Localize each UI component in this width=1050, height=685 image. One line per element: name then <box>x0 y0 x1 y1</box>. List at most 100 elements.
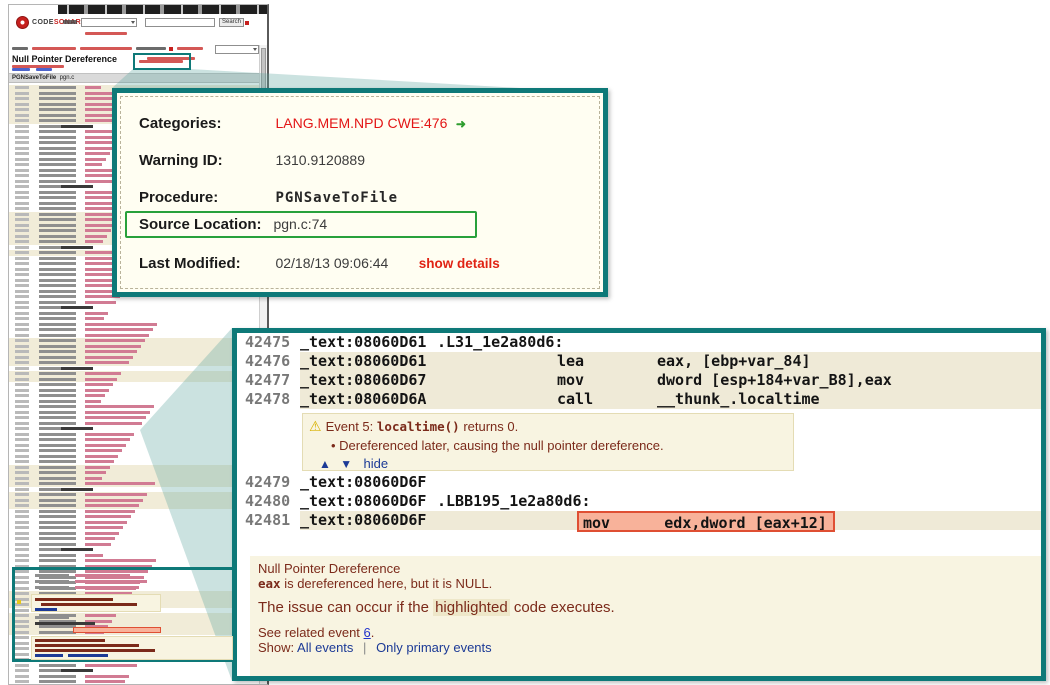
only-primary-events-link[interactable]: Only primary events <box>376 640 492 655</box>
mini-code-bar <box>75 586 139 589</box>
link-placeholder[interactable] <box>177 47 203 50</box>
message-register: eax <box>258 576 281 591</box>
listing-row <box>9 679 259 684</box>
asm-address: _text:08060D61 <box>300 333 426 352</box>
view-link-placeholder[interactable] <box>12 68 30 71</box>
zoom-beam-top <box>110 68 522 89</box>
warning-state-select[interactable] <box>215 45 259 54</box>
prev-event-icon[interactable]: ▲ <box>319 457 331 471</box>
related-event-period: . <box>371 625 375 640</box>
asm-line-number: 42481 <box>245 511 290 530</box>
event-title-code: localtime() <box>377 419 460 434</box>
mini-addr-bar <box>35 574 69 577</box>
hide-event-link[interactable]: hide <box>363 456 388 471</box>
asm-address: _text:08060D61 <box>300 352 426 371</box>
advanced-search-link-placeholder[interactable] <box>85 32 127 35</box>
warning-title: Null Pointer Dereference <box>12 54 117 64</box>
asm-address: _text:08060D67 <box>300 371 426 390</box>
asm-line-number: 42479 <box>245 473 290 492</box>
asm-label: .L31_1e2a80d6: <box>437 333 563 352</box>
view-link-placeholder[interactable] <box>36 68 52 71</box>
message-line3-post: code executes. <box>510 599 615 616</box>
search-scope-select[interactable] <box>81 18 137 27</box>
source-location-value: pgn.c:74 <box>273 216 327 232</box>
asm-address: _text:08060D6F <box>300 511 426 530</box>
breadcrumb-link-placeholder[interactable] <box>80 47 132 50</box>
source-location-highlight-box: Source Location: pgn.c:74 <box>125 211 477 238</box>
message-line2-text: is dereferenced here, but it is NULL. <box>281 576 493 591</box>
breadcrumb-link-placeholder[interactable] <box>32 47 76 50</box>
source-location-label: Source Location: <box>139 216 269 233</box>
mini-message-box <box>31 636 233 660</box>
asm-mnemonic: lea <box>557 352 584 371</box>
asm-operands: dword [esp+184+var_B8],eax <box>657 371 892 390</box>
asm-line: 42475 _text:08060D61 .L31_1e2a80d6: <box>237 333 1041 352</box>
related-event-text: See related event <box>258 625 364 640</box>
asm-operands: __thunk_.localtime <box>657 390 820 409</box>
source-link-placeholder[interactable] <box>139 60 183 63</box>
message-title: Null Pointer Dereference <box>258 561 1033 576</box>
asm-line: 42476 _text:08060D61 lea eax, [ebp+var_84] <box>237 352 1041 371</box>
asm-operands: eax, [ebp+var_84] <box>657 352 811 371</box>
warning-id-value: 1310.9120889 <box>275 152 365 168</box>
asm-line: 42480_text:08060D6F.LBB195_1e2a80d6: <box>237 492 1041 511</box>
asm-highlighted-instruction: mov edx,dword [eax+12] <box>577 511 835 532</box>
procedure-label: Procedure: <box>139 189 271 206</box>
search-input[interactable] <box>145 18 215 27</box>
asm-label: .LBB195_1e2a80d6: <box>437 492 591 511</box>
search-button[interactable]: Search <box>219 18 244 27</box>
external-link-icon[interactable]: ➜ <box>456 117 466 131</box>
asm-line: 42479 _text:08060D6F <box>237 473 1041 492</box>
mini-warning-icon <box>17 600 21 604</box>
warning-triangle-icon: ⚠ <box>309 418 322 434</box>
asm-line: 42477 _text:08060D67 mov dword [esp+184+var… <box>237 371 1041 390</box>
event-bullet: • Dereferenced later, causing the null p… <box>331 438 787 453</box>
asm-line-number: 42477 <box>245 371 290 390</box>
asm-line: 42478_text:08060D6Acall__thunk_.localtim… <box>237 390 1041 409</box>
warning-id-label: Warning ID: <box>139 152 271 169</box>
event-title-prefix: Event 5: <box>326 419 374 434</box>
categories-value[interactable]: LANG.MEM.NPD CWE:476 <box>275 115 447 131</box>
warning-message-box: Null Pointer Dereference eax is derefere… <box>250 556 1041 676</box>
warning-count-placeholder <box>136 47 166 50</box>
window-menu-bar[interactable] <box>58 5 267 14</box>
mini-addr-bar <box>35 616 69 619</box>
mini-code-bar <box>75 574 130 577</box>
codesonar-logo-icon <box>16 16 29 29</box>
message-highlighted-word: highlighted <box>433 599 510 616</box>
asm-mnemonic: mov <box>557 371 584 390</box>
mini-code-bar <box>75 580 147 583</box>
next-event-icon[interactable]: ▼ <box>340 457 352 471</box>
mini-event-box <box>31 594 161 612</box>
last-modified-value: 02/18/13 09:06:44 <box>275 255 388 271</box>
asm-line-number: 42475 <box>245 333 290 352</box>
show-separator: | <box>363 640 366 655</box>
search-label-placeholder <box>63 20 77 24</box>
zoom-source-rect-bottom <box>12 567 237 662</box>
all-events-link[interactable]: All events <box>297 640 353 655</box>
message-line3-pre: The issue can occur if the <box>258 599 433 616</box>
categories-label: Categories: <box>139 115 271 132</box>
notification-dot <box>245 21 249 25</box>
related-event-link[interactable]: 6 <box>364 625 371 640</box>
status-dot <box>169 47 173 51</box>
mini-highlight-bar <box>73 627 161 633</box>
last-modified-label: Last Modified: <box>139 255 271 272</box>
asm-address: _text:08060D6F <box>300 473 426 492</box>
disassembly-callout-panel: 42475 _text:08060D61 .L31_1e2a80d6: 42476 _t… <box>232 328 1046 681</box>
mini-addr-bar <box>35 586 69 589</box>
asm-address: _text:08060D6A <box>300 390 426 409</box>
asm-mnemonic: call <box>557 390 593 409</box>
breadcrumb-placeholder <box>12 47 28 50</box>
screenshot-stage: CODESONAR Search Null Pointer Dereferenc… <box>0 0 1050 685</box>
asm-line: 42481 _text:08060D6F mov edx,dword [eax+12… <box>237 511 1041 530</box>
zoom-source-rect-top <box>133 53 191 70</box>
event-5-box: ⚠Event 5: localtime() returns 0. • Deref… <box>302 413 794 471</box>
mini-addr-bar <box>35 580 69 583</box>
properties-callout-panel: Categories: LANG.MEM.NPD CWE:476 ➜ Warni… <box>112 88 608 297</box>
procedure-value: PGNSaveToFile <box>275 190 398 206</box>
mini-label-bar <box>35 622 95 625</box>
show-details-link[interactable]: show details <box>419 256 500 271</box>
asm-line-number: 42476 <box>245 352 290 371</box>
asm-line-number: 42480 <box>245 492 290 511</box>
